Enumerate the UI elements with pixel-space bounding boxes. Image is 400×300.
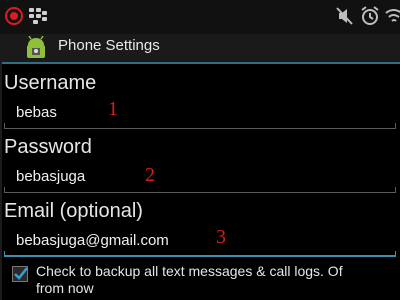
username-label: Username <box>4 72 97 94</box>
backup-checkbox-row[interactable]: Check to backup all text messages & call… <box>10 262 400 300</box>
wifi-icon <box>385 9 400 22</box>
alarm-icon <box>361 6 379 25</box>
backup-checkbox[interactable] <box>12 266 28 282</box>
annotation-marker-1: 1 <box>108 98 118 120</box>
annotation-marker-2: 2 <box>145 164 155 186</box>
username-field[interactable]: bebas <box>4 99 396 129</box>
android-app-icon[interactable] <box>23 36 49 60</box>
mute-icon <box>336 7 353 25</box>
password-value: bebasjuga <box>16 168 86 185</box>
backup-label-line-2: from now <box>36 280 94 296</box>
password-field[interactable]: bebasjuga <box>4 163 396 193</box>
email-field[interactable]: bebasjuga@gmail.com <box>4 227 396 257</box>
password-label: Password <box>4 136 92 158</box>
app-title: Phone Settings <box>58 37 160 54</box>
blackberry-messenger-icon <box>29 8 47 24</box>
email-label: Email (optional) <box>4 200 143 222</box>
email-value: bebasjuga@gmail.com <box>16 232 169 249</box>
left-border <box>0 62 2 300</box>
username-value: bebas <box>16 104 57 121</box>
status-bar <box>0 0 400 34</box>
backup-checkbox-label: Check to backup all text messages & call… <box>36 263 400 297</box>
annotation-marker-3: 3 <box>216 226 226 248</box>
record-icon <box>5 7 23 25</box>
backup-label-line-1: Check to backup all text messages & call… <box>36 263 343 279</box>
checkmark-icon <box>14 267 28 280</box>
action-bar: Phone Settings <box>0 34 400 64</box>
